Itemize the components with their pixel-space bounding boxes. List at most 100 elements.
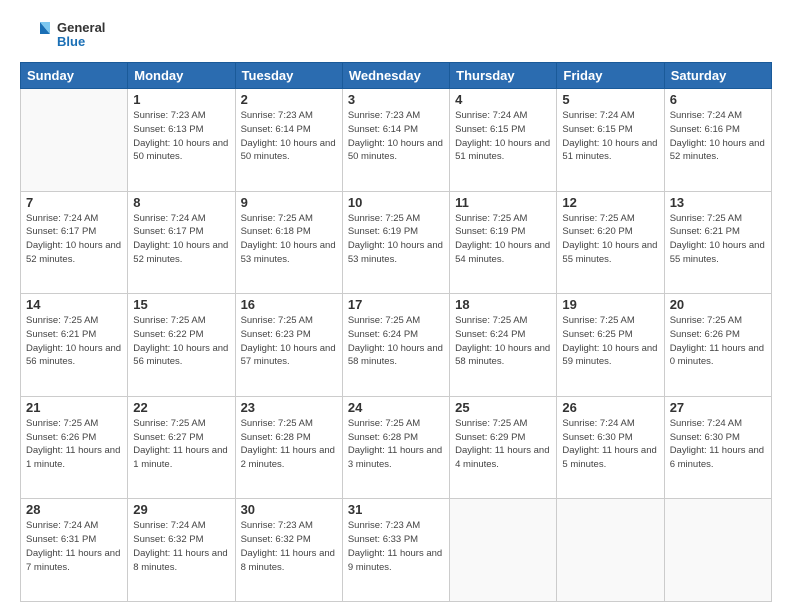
day-info: Sunrise: 7:25 AM Sunset: 6:19 PM Dayligh… <box>455 212 551 267</box>
daylight-label: Daylight: 11 hours and 0 minutes. <box>670 343 764 368</box>
day-number: 18 <box>455 297 551 312</box>
sunset-label: Sunset: 6:32 PM <box>241 534 311 545</box>
calendar-cell: 5 Sunrise: 7:24 AM Sunset: 6:15 PM Dayli… <box>557 89 664 192</box>
day-number: 7 <box>26 195 122 210</box>
day-info: Sunrise: 7:24 AM Sunset: 6:32 PM Dayligh… <box>133 519 229 574</box>
sunset-label: Sunset: 6:22 PM <box>133 329 203 340</box>
sunset-label: Sunset: 6:18 PM <box>241 226 311 237</box>
sunrise-label: Sunrise: 7:24 AM <box>670 418 742 429</box>
sunrise-label: Sunrise: 7:25 AM <box>455 315 527 326</box>
day-number: 20 <box>670 297 766 312</box>
day-number: 28 <box>26 502 122 517</box>
day-info: Sunrise: 7:24 AM Sunset: 6:15 PM Dayligh… <box>455 109 551 164</box>
day-info: Sunrise: 7:24 AM Sunset: 6:30 PM Dayligh… <box>670 417 766 472</box>
sunset-label: Sunset: 6:32 PM <box>133 534 203 545</box>
day-number: 30 <box>241 502 337 517</box>
sunrise-label: Sunrise: 7:23 AM <box>348 110 420 121</box>
sunset-label: Sunset: 6:28 PM <box>241 432 311 443</box>
sunrise-label: Sunrise: 7:25 AM <box>455 418 527 429</box>
sunrise-label: Sunrise: 7:25 AM <box>348 213 420 224</box>
calendar-cell: 23 Sunrise: 7:25 AM Sunset: 6:28 PM Dayl… <box>235 396 342 499</box>
calendar-cell: 11 Sunrise: 7:25 AM Sunset: 6:19 PM Dayl… <box>450 191 557 294</box>
day-info: Sunrise: 7:25 AM Sunset: 6:18 PM Dayligh… <box>241 212 337 267</box>
day-number: 29 <box>133 502 229 517</box>
day-info: Sunrise: 7:24 AM Sunset: 6:30 PM Dayligh… <box>562 417 658 472</box>
day-info: Sunrise: 7:25 AM Sunset: 6:27 PM Dayligh… <box>133 417 229 472</box>
calendar-cell: 26 Sunrise: 7:24 AM Sunset: 6:30 PM Dayl… <box>557 396 664 499</box>
daylight-label: Daylight: 11 hours and 8 minutes. <box>133 548 227 573</box>
sunset-label: Sunset: 6:14 PM <box>241 124 311 135</box>
daylight-label: Daylight: 11 hours and 3 minutes. <box>348 445 442 470</box>
day-number: 10 <box>348 195 444 210</box>
sunset-label: Sunset: 6:28 PM <box>348 432 418 443</box>
col-sunday: Sunday <box>21 63 128 89</box>
calendar-cell: 28 Sunrise: 7:24 AM Sunset: 6:31 PM Dayl… <box>21 499 128 602</box>
day-number: 26 <box>562 400 658 415</box>
day-info: Sunrise: 7:25 AM Sunset: 6:23 PM Dayligh… <box>241 314 337 369</box>
sunset-label: Sunset: 6:29 PM <box>455 432 525 443</box>
sunrise-label: Sunrise: 7:24 AM <box>133 520 205 531</box>
calendar-header-row: Sunday Monday Tuesday Wednesday Thursday… <box>21 63 772 89</box>
sunset-label: Sunset: 6:19 PM <box>348 226 418 237</box>
sunrise-label: Sunrise: 7:25 AM <box>670 213 742 224</box>
sunrise-label: Sunrise: 7:23 AM <box>241 520 313 531</box>
sunrise-label: Sunrise: 7:25 AM <box>241 315 313 326</box>
sunset-label: Sunset: 6:31 PM <box>26 534 96 545</box>
daylight-label: Daylight: 10 hours and 53 minutes. <box>348 240 443 265</box>
sunrise-label: Sunrise: 7:24 AM <box>562 110 634 121</box>
day-number: 4 <box>455 92 551 107</box>
calendar-cell: 4 Sunrise: 7:24 AM Sunset: 6:15 PM Dayli… <box>450 89 557 192</box>
sunset-label: Sunset: 6:30 PM <box>562 432 632 443</box>
calendar-week-row: 1 Sunrise: 7:23 AM Sunset: 6:13 PM Dayli… <box>21 89 772 192</box>
col-monday: Monday <box>128 63 235 89</box>
sunrise-label: Sunrise: 7:25 AM <box>241 213 313 224</box>
calendar-cell: 30 Sunrise: 7:23 AM Sunset: 6:32 PM Dayl… <box>235 499 342 602</box>
day-info: Sunrise: 7:25 AM Sunset: 6:21 PM Dayligh… <box>670 212 766 267</box>
day-info: Sunrise: 7:24 AM Sunset: 6:31 PM Dayligh… <box>26 519 122 574</box>
daylight-label: Daylight: 10 hours and 50 minutes. <box>133 138 228 163</box>
calendar-cell: 20 Sunrise: 7:25 AM Sunset: 6:26 PM Dayl… <box>664 294 771 397</box>
daylight-label: Daylight: 11 hours and 1 minute. <box>26 445 120 470</box>
day-info: Sunrise: 7:25 AM Sunset: 6:26 PM Dayligh… <box>670 314 766 369</box>
day-info: Sunrise: 7:23 AM Sunset: 6:32 PM Dayligh… <box>241 519 337 574</box>
col-friday: Friday <box>557 63 664 89</box>
daylight-label: Daylight: 11 hours and 7 minutes. <box>26 548 120 573</box>
sunrise-label: Sunrise: 7:23 AM <box>241 110 313 121</box>
sunrise-label: Sunrise: 7:25 AM <box>670 315 742 326</box>
daylight-label: Daylight: 11 hours and 2 minutes. <box>241 445 335 470</box>
day-number: 17 <box>348 297 444 312</box>
calendar-cell: 13 Sunrise: 7:25 AM Sunset: 6:21 PM Dayl… <box>664 191 771 294</box>
logo-bird-icon <box>20 18 54 52</box>
daylight-label: Daylight: 10 hours and 59 minutes. <box>562 343 657 368</box>
calendar-cell: 17 Sunrise: 7:25 AM Sunset: 6:24 PM Dayl… <box>342 294 449 397</box>
calendar-cell: 7 Sunrise: 7:24 AM Sunset: 6:17 PM Dayli… <box>21 191 128 294</box>
calendar-cell: 18 Sunrise: 7:25 AM Sunset: 6:24 PM Dayl… <box>450 294 557 397</box>
sunset-label: Sunset: 6:33 PM <box>348 534 418 545</box>
daylight-label: Daylight: 10 hours and 58 minutes. <box>348 343 443 368</box>
day-number: 6 <box>670 92 766 107</box>
sunrise-label: Sunrise: 7:25 AM <box>26 418 98 429</box>
sunrise-label: Sunrise: 7:25 AM <box>133 418 205 429</box>
daylight-label: Daylight: 10 hours and 57 minutes. <box>241 343 336 368</box>
daylight-label: Daylight: 10 hours and 52 minutes. <box>670 138 765 163</box>
sunrise-label: Sunrise: 7:24 AM <box>26 520 98 531</box>
calendar-cell <box>664 499 771 602</box>
sunrise-label: Sunrise: 7:25 AM <box>348 315 420 326</box>
calendar-week-row: 28 Sunrise: 7:24 AM Sunset: 6:31 PM Dayl… <box>21 499 772 602</box>
day-number: 23 <box>241 400 337 415</box>
daylight-label: Daylight: 10 hours and 51 minutes. <box>562 138 657 163</box>
day-info: Sunrise: 7:23 AM Sunset: 6:13 PM Dayligh… <box>133 109 229 164</box>
sunrise-label: Sunrise: 7:23 AM <box>133 110 205 121</box>
day-info: Sunrise: 7:24 AM Sunset: 6:15 PM Dayligh… <box>562 109 658 164</box>
day-number: 19 <box>562 297 658 312</box>
day-info: Sunrise: 7:25 AM Sunset: 6:22 PM Dayligh… <box>133 314 229 369</box>
day-number: 21 <box>26 400 122 415</box>
daylight-label: Daylight: 10 hours and 56 minutes. <box>26 343 121 368</box>
sunset-label: Sunset: 6:30 PM <box>670 432 740 443</box>
sunset-label: Sunset: 6:15 PM <box>455 124 525 135</box>
sunrise-label: Sunrise: 7:24 AM <box>26 213 98 224</box>
day-number: 31 <box>348 502 444 517</box>
calendar-cell: 31 Sunrise: 7:23 AM Sunset: 6:33 PM Dayl… <box>342 499 449 602</box>
calendar-cell: 2 Sunrise: 7:23 AM Sunset: 6:14 PM Dayli… <box>235 89 342 192</box>
daylight-label: Daylight: 11 hours and 9 minutes. <box>348 548 442 573</box>
